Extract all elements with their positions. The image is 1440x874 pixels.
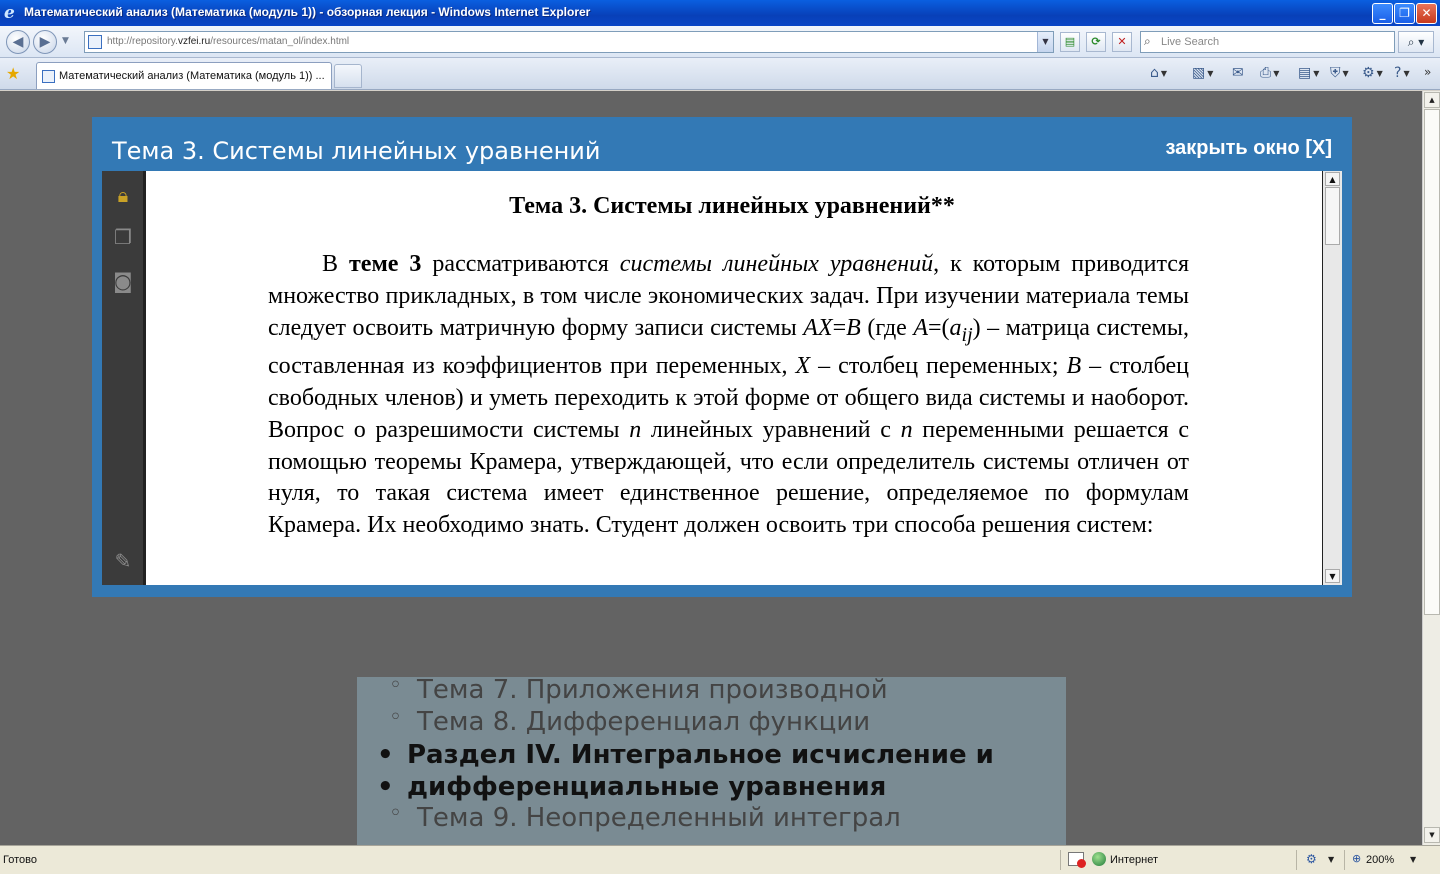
- status-bar: Готово Интернет ⚙ ▼ ⊕ 200% ▼: [0, 845, 1440, 874]
- favorites-star-icon[interactable]: ★: [6, 64, 20, 83]
- protected-mode-icon[interactable]: ⚙: [1306, 852, 1317, 866]
- refresh-icon[interactable]: ⟳: [1086, 32, 1106, 52]
- title-bar: e Математический анализ (Математика (мод…: [0, 0, 1440, 26]
- page-icon: [88, 35, 102, 49]
- list-item-section-cont[interactable]: дифференциальные уравнения: [377, 771, 886, 803]
- tab-active[interactable]: Математический анализ (Математика (модул…: [36, 62, 332, 89]
- page-menu-icon[interactable]: ▤ ▼: [1298, 65, 1319, 81]
- home-icon[interactable]: ⌂ ▼: [1150, 65, 1167, 81]
- feeds-icon[interactable]: ▧ ▼: [1192, 65, 1213, 81]
- print-icon[interactable]: ⎙ ▼: [1260, 65, 1279, 81]
- protected-dropdown[interactable]: ▼: [1328, 855, 1334, 864]
- internet-zone-icon: [1092, 852, 1106, 866]
- pdf-scroll-down-icon[interactable]: ▼: [1325, 569, 1340, 583]
- tools-gear-icon[interactable]: ⚙ ▼: [1362, 65, 1383, 81]
- toolbar-overflow-icon[interactable]: »: [1424, 65, 1431, 79]
- window-title: Математический анализ (Математика (модул…: [24, 5, 591, 19]
- tab-bar: ★ Математический анализ (Математика (мод…: [0, 58, 1440, 90]
- recent-pages-dropdown[interactable]: ▼: [62, 36, 69, 46]
- status-separator: [1296, 850, 1297, 870]
- safety-icon[interactable]: ⛨ ▼: [1330, 65, 1349, 81]
- lightbox-window: Тема 3. Системы линейных уравнений закры…: [92, 117, 1352, 597]
- back-arrow-icon: ◀: [12, 34, 24, 50]
- search-button[interactable]: ⌕ ▾: [1398, 31, 1434, 53]
- zoom-icon[interactable]: ⊕: [1352, 852, 1361, 865]
- security-zone[interactable]: Интернет: [1110, 854, 1158, 866]
- search-icon: ⌕: [1144, 34, 1151, 48]
- status-separator: [1344, 850, 1345, 870]
- compat-view-icon[interactable]: ▤: [1060, 32, 1080, 52]
- new-tab-button[interactable]: [334, 64, 362, 88]
- attachment-icon[interactable]: ✎: [111, 549, 135, 573]
- document-paragraph: В теме 3 рассматриваются системы линейны…: [268, 251, 1190, 539]
- scroll-up-icon[interactable]: ▲: [1424, 92, 1440, 108]
- address-field[interactable]: http://repository.vzfei.ru/resources/mat…: [84, 31, 1054, 53]
- page-scrollbar[interactable]: ▲ ▼: [1422, 91, 1440, 845]
- address-toolbar: ◀ ▶ ▼ http://repository.vzfei.ru/resourc…: [0, 26, 1440, 58]
- search-placeholder: Live Search: [1161, 36, 1220, 48]
- forward-button[interactable]: ▶: [33, 30, 57, 54]
- scroll-thumb[interactable]: [1424, 109, 1440, 615]
- binoculars-icon[interactable]: ◙: [111, 269, 135, 293]
- tab-label: Математический анализ (Математика (модул…: [59, 70, 325, 82]
- lightbox-title: Тема 3. Системы линейных уравнений: [112, 137, 601, 165]
- ie-logo-icon: e: [4, 3, 15, 23]
- pdf-scrollbar[interactable]: ▲ ▼: [1322, 171, 1342, 585]
- help-icon[interactable]: ? ▼: [1394, 65, 1410, 81]
- mail-icon[interactable]: ✉: [1232, 65, 1244, 81]
- status-text: Готово: [3, 854, 37, 866]
- close-lightbox-button[interactable]: закрыть окно [X]: [1166, 137, 1333, 160]
- maximize-button[interactable]: ❐: [1394, 3, 1415, 24]
- address-url[interactable]: http://repository.vzfei.ru/resources/mat…: [107, 36, 349, 47]
- pdf-scroll-up-icon[interactable]: ▲: [1325, 172, 1340, 186]
- status-separator: [1060, 850, 1061, 870]
- stop-icon[interactable]: ✕: [1112, 32, 1132, 52]
- search-field[interactable]: ⌕ Live Search: [1140, 31, 1395, 53]
- pdf-scroll-thumb[interactable]: [1325, 187, 1340, 245]
- address-dropdown[interactable]: ▼: [1037, 32, 1053, 52]
- background-topic-list: Тема 7. Приложения производной Тема 8. Д…: [357, 673, 1066, 845]
- document-heading: Тема 3. Системы линейных уравнений**: [509, 193, 955, 219]
- list-item-section[interactable]: Раздел IV. Интегральное исчисление и: [377, 739, 994, 771]
- list-item[interactable]: Тема 9. Неопределенный интеграл: [389, 801, 901, 833]
- forward-arrow-icon: ▶: [39, 34, 51, 50]
- list-item[interactable]: Тема 8. Дифференциал функции: [389, 705, 870, 737]
- minimize-button[interactable]: _: [1372, 3, 1393, 24]
- pages-icon[interactable]: ❐: [111, 225, 135, 249]
- page-icon: [42, 70, 55, 83]
- scroll-down-icon[interactable]: ▼: [1424, 827, 1440, 843]
- back-button[interactable]: ◀: [6, 30, 30, 54]
- close-window-button[interactable]: ✕: [1416, 3, 1437, 24]
- document-body: В теме 3 рассматриваются системы линейны…: [268, 249, 1189, 542]
- zoom-level[interactable]: 200%: [1366, 854, 1394, 866]
- pdf-sidebar: 🔒︎ ❐ ◙ ✎: [102, 171, 146, 585]
- pdf-viewer: 🔒︎ ❐ ◙ ✎ Тема 3. Системы линейных уравне…: [102, 171, 1342, 585]
- zoom-dropdown[interactable]: ▼: [1410, 855, 1416, 864]
- list-item[interactable]: Тема 7. Приложения производной: [389, 673, 888, 705]
- popup-blocked-icon[interactable]: [1068, 852, 1086, 868]
